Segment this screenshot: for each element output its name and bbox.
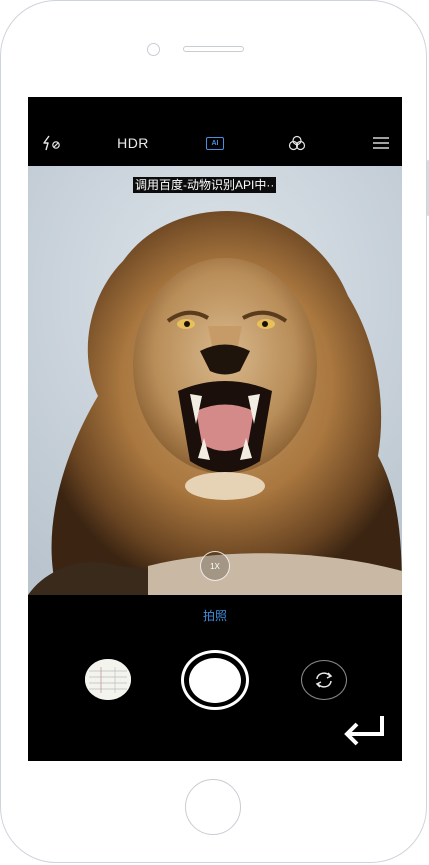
earpiece-speaker <box>183 46 244 52</box>
recognition-status: 调用百度-动物识别API中·· <box>133 177 277 193</box>
filters-icon <box>288 135 306 151</box>
hdr-label: HDR <box>117 135 149 151</box>
flash-toggle[interactable] <box>38 127 66 159</box>
ai-toggle[interactable]: AI <box>200 127 230 159</box>
menu-button[interactable] <box>368 127 394 159</box>
ai-icon: AI <box>206 136 224 150</box>
gallery-thumbnail[interactable] <box>85 659 131 700</box>
shutter-button[interactable] <box>181 650 249 710</box>
photo-mode-tab[interactable]: 拍照 <box>28 607 402 624</box>
switch-camera-button[interactable] <box>301 660 347 700</box>
lion-photo <box>28 166 402 595</box>
camera-screen: HDR AI 调用百度-动物识别API中·· 1X 拍照 <box>28 97 402 761</box>
camera-viewfinder[interactable]: 调用百度-动物识别API中·· 1X <box>28 166 402 595</box>
ai-label: AI <box>211 139 219 147</box>
menu-icon <box>373 137 389 149</box>
zoom-button[interactable]: 1X <box>200 551 230 581</box>
shutter-icon <box>189 657 241 703</box>
return-arrow-icon <box>344 716 384 746</box>
recent-photo-thumbnail <box>85 659 131 700</box>
zoom-label: 1X <box>210 561 220 571</box>
camera-top-bar: HDR AI <box>28 127 402 159</box>
home-button[interactable] <box>185 779 241 835</box>
flash-off-icon <box>43 135 60 151</box>
hdr-toggle[interactable]: HDR <box>110 127 156 159</box>
switch-camera-icon <box>315 672 333 688</box>
back-button[interactable] <box>340 710 390 752</box>
filters-button[interactable] <box>284 127 310 159</box>
front-camera <box>147 43 160 56</box>
